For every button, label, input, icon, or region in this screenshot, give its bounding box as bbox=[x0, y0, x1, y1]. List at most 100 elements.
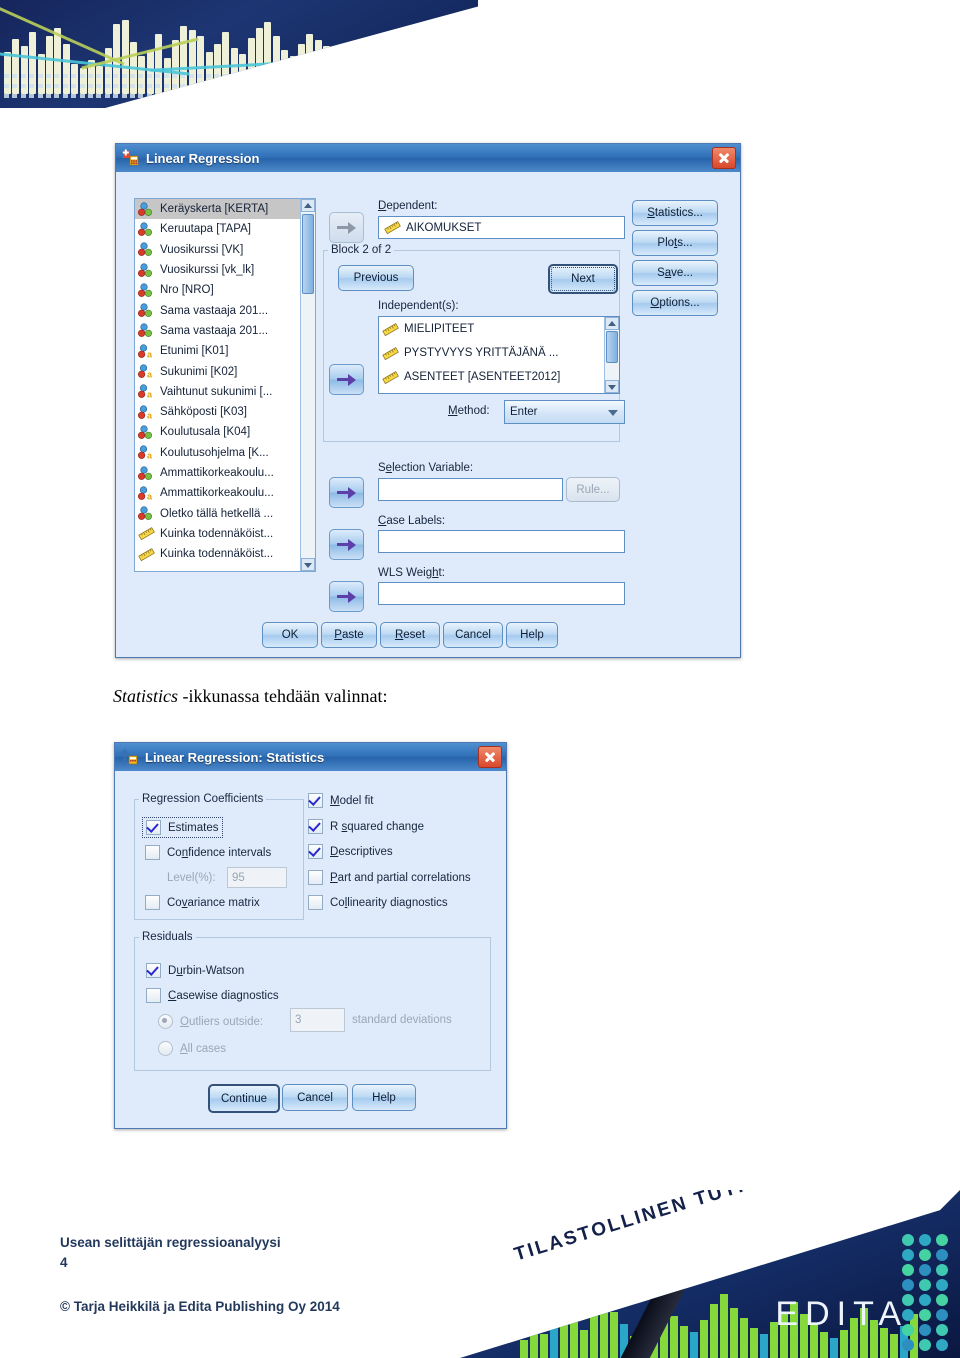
independent-list-item[interactable]: ASENTEET [ASENTEET2012] bbox=[379, 365, 605, 389]
checkbox-collinearity-diagnostics[interactable]: Collinearity diagnostics bbox=[308, 895, 448, 910]
variable-list-item[interactable]: Vuosikurssi [vk_lk] bbox=[135, 260, 301, 280]
nominal-icon bbox=[137, 323, 155, 338]
spss-statistics-icon bbox=[121, 748, 139, 766]
move-to-independents-button[interactable] bbox=[329, 364, 364, 395]
previous-button[interactable]: Previous bbox=[338, 265, 414, 291]
selection-variable-input[interactable] bbox=[378, 478, 563, 501]
radio-outliers-outside[interactable]: Outliers outside: bbox=[158, 1014, 263, 1029]
variable-list-item[interactable]: Koulutusala [K04] bbox=[135, 422, 301, 442]
independents-scrollbar[interactable] bbox=[604, 317, 619, 393]
cancel-button[interactable]: Cancel bbox=[443, 622, 503, 648]
scrollbar-thumb[interactable] bbox=[302, 214, 314, 294]
variable-list-item[interactable]: Sama vastaaja 201... bbox=[135, 321, 301, 341]
paste-button[interactable]: Paste bbox=[321, 622, 377, 648]
variable-list-item[interactable]: a Sähköposti [K03] bbox=[135, 402, 301, 422]
move-to-dependent-button[interactable] bbox=[329, 212, 364, 243]
variable-list-item[interactable]: a Sukunimi [K02] bbox=[135, 361, 301, 381]
checkbox-icon[interactable] bbox=[145, 895, 160, 910]
dependent-field[interactable]: AIKOMUKSET bbox=[378, 216, 625, 239]
statistics-button[interactable]: Statistics... bbox=[632, 200, 718, 226]
variable-list[interactable]: Keräyskerta [KERTA] Keruutapa [TAPA] Vuosi… bbox=[134, 198, 316, 572]
help-button[interactable]: Help bbox=[352, 1084, 416, 1111]
dialog-titlebar[interactable]: Linear Regression bbox=[116, 144, 740, 172]
continue-button[interactable]: Continue bbox=[208, 1084, 280, 1113]
checkbox-icon[interactable] bbox=[308, 895, 323, 910]
variable-list-item-label: Nro [NRO] bbox=[160, 284, 214, 297]
move-to-case-labels-button[interactable] bbox=[329, 529, 364, 560]
rule-button[interactable]: Rule... bbox=[566, 477, 620, 502]
radio-all-cases[interactable]: All cases bbox=[158, 1041, 226, 1056]
variable-list-item-label: Etunimi [K01] bbox=[160, 345, 229, 358]
ok-button[interactable]: OK bbox=[262, 622, 318, 648]
scrollbar-thumb[interactable] bbox=[606, 331, 618, 363]
move-to-wls-weight-button[interactable] bbox=[329, 581, 364, 612]
variable-list-item[interactable]: Ammattikorkeakoulu... bbox=[135, 463, 301, 483]
variable-list-item[interactable]: a Ammattikorkeakoulu... bbox=[135, 483, 301, 503]
checkbox-icon[interactable] bbox=[308, 819, 323, 834]
radio-icon[interactable] bbox=[158, 1014, 173, 1029]
checkbox-icon[interactable] bbox=[308, 793, 323, 808]
move-to-selection-variable-button[interactable] bbox=[329, 477, 364, 508]
variable-list-item[interactable]: Sama vastaaja 201... bbox=[135, 300, 301, 320]
checkbox-icon[interactable] bbox=[145, 845, 160, 860]
close-icon[interactable] bbox=[712, 147, 736, 169]
variable-list-item[interactable]: a Koulutusohjelma [K... bbox=[135, 443, 301, 463]
checkbox-model-fit[interactable]: Model fit bbox=[308, 793, 373, 808]
variable-list-item[interactable]: Kuinka todennäköist... bbox=[135, 524, 301, 544]
checkbox-casewise-diagnostics[interactable]: Casewise diagnostics bbox=[146, 988, 279, 1003]
options-button[interactable]: Options... bbox=[632, 290, 718, 316]
variable-list-item[interactable]: Keräyskerta [KERTA] bbox=[135, 199, 301, 220]
checkbox-confidence-intervals[interactable]: Confidence intervals bbox=[145, 845, 271, 860]
level-input[interactable]: 95 bbox=[227, 867, 287, 888]
checkbox-icon[interactable] bbox=[146, 820, 161, 835]
independent-list-item[interactable]: PYSTYVYYS YRITTÄJÄNÄ ... bbox=[379, 341, 605, 365]
checkbox-covariance-matrix[interactable]: Covariance matrix bbox=[145, 895, 260, 910]
method-select[interactable]: Enter bbox=[504, 400, 625, 424]
cancel-button[interactable]: Cancel bbox=[282, 1084, 348, 1111]
variable-list-item-label: Koulutusohjelma [K... bbox=[160, 446, 269, 459]
checkbox-durbin-watson[interactable]: Durbin-Watson bbox=[146, 963, 244, 978]
independent-list-item[interactable]: MIELIPITEET bbox=[379, 317, 605, 341]
variable-list-item[interactable]: Vuosikurssi [VK] bbox=[135, 240, 301, 260]
checkbox-descriptives[interactable]: Descriptives bbox=[308, 844, 393, 859]
checkbox-icon[interactable] bbox=[146, 963, 161, 978]
variable-list-item[interactable]: Oletko tällä hetkellä ... bbox=[135, 503, 301, 523]
variable-list-item-label: Keräyskerta [KERTA] bbox=[160, 203, 269, 216]
variable-list-item[interactable]: a Vaihtunut sukunimi [... bbox=[135, 382, 301, 402]
checkbox-icon[interactable] bbox=[146, 988, 161, 1003]
plots-button[interactable]: Plots... bbox=[632, 230, 718, 256]
chevron-down-icon[interactable] bbox=[608, 410, 618, 416]
statistics-dialog-titlebar[interactable]: Linear Regression: Statistics bbox=[115, 743, 506, 771]
nominal-icon bbox=[137, 222, 155, 237]
brand-tagline: TILASTOLLINEN TUTKIMUS bbox=[511, 1190, 811, 1266]
scroll-down-icon[interactable] bbox=[605, 380, 619, 393]
nominal-icon bbox=[137, 283, 155, 298]
outliers-input[interactable]: 3 bbox=[290, 1008, 345, 1032]
scroll-down-icon[interactable] bbox=[301, 558, 315, 571]
close-icon[interactable] bbox=[478, 746, 502, 768]
svg-text:a: a bbox=[147, 451, 153, 460]
scroll-up-icon[interactable] bbox=[605, 317, 619, 330]
independents-list[interactable]: MIELIPITEET PYSTYVYYS YRITTÄJÄNÄ ... ASENT… bbox=[378, 316, 620, 394]
scroll-up-icon[interactable] bbox=[301, 199, 315, 212]
checkbox-estimates[interactable]: Estimates bbox=[142, 817, 223, 838]
footer-text: Usean selittäjän regressioanalyysi 4 bbox=[60, 1233, 281, 1273]
variable-list-item[interactable]: a Etunimi [K01] bbox=[135, 341, 301, 361]
save-button[interactable]: Save... bbox=[632, 260, 718, 286]
variable-list-item[interactable]: Nro [NRO] bbox=[135, 280, 301, 300]
help-button[interactable]: Help bbox=[506, 622, 558, 648]
next-button[interactable]: Next bbox=[548, 264, 618, 294]
checkbox-icon[interactable] bbox=[308, 870, 323, 885]
variable-list-item[interactable]: Kuinka todennäköist... bbox=[135, 544, 301, 564]
checkbox-part-and-partial-correlations[interactable]: Part and partial correlations bbox=[308, 870, 471, 885]
variable-list-scrollbar[interactable] bbox=[300, 199, 315, 571]
checkbox-icon[interactable] bbox=[308, 844, 323, 859]
reset-button[interactable]: Reset bbox=[380, 622, 440, 648]
radio-icon[interactable] bbox=[158, 1041, 173, 1056]
dialog-title: Linear Regression bbox=[146, 150, 260, 166]
method-label: Method: bbox=[448, 405, 490, 417]
checkbox-r-squared-change[interactable]: R squared change bbox=[308, 819, 424, 834]
wls-weight-input[interactable] bbox=[378, 582, 625, 605]
variable-list-item[interactable]: Keruutapa [TAPA] bbox=[135, 219, 301, 239]
case-labels-input[interactable] bbox=[378, 530, 625, 553]
